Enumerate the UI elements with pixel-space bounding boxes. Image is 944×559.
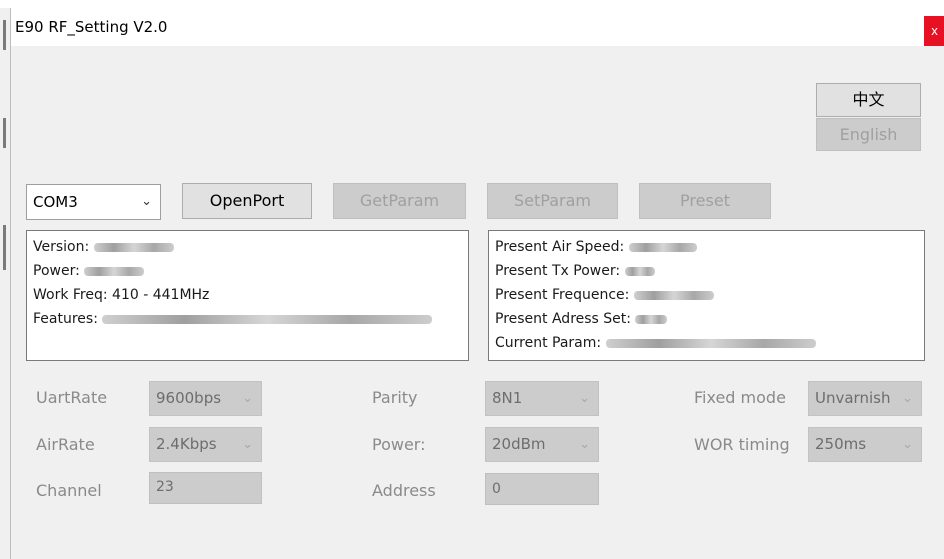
redacted-value (93, 242, 174, 252)
module-info-panel: Version: Power: Work Freq: 410 - 441MHz … (26, 230, 469, 361)
air-rate-label: AirRate (36, 435, 95, 454)
chevron-down-icon: ⌄ (141, 194, 152, 209)
close-button[interactable]: x (924, 16, 944, 46)
parity-value: 8N1 (492, 389, 523, 407)
title-bar: E90 RF_Setting V2.0 x (11, 8, 944, 46)
wor-timing-value: 250ms (815, 435, 867, 453)
fixed-mode-value: Unvarnish (815, 389, 891, 407)
chevron-down-icon: ⌄ (902, 391, 913, 406)
power-label: Power: (372, 435, 426, 454)
background-desktop-strip (0, 0, 944, 8)
set-param-button[interactable]: SetParam (487, 183, 618, 219)
background-mark (3, 118, 6, 148)
redacted-value (84, 266, 145, 276)
window-title: E90 RF_Setting V2.0 (15, 18, 168, 36)
tx-power-line: Present Tx Power: (495, 259, 919, 283)
rf-setting-window: E90 RF_Setting V2.0 x 中文 English COM3 ⌄ … (10, 8, 944, 559)
channel-input[interactable]: 23 (149, 472, 262, 504)
uart-rate-value: 9600bps (156, 389, 222, 407)
com-port-select[interactable]: COM3 ⌄ (26, 184, 161, 220)
version-label: Version: (33, 239, 90, 255)
redacted-value (635, 314, 668, 324)
fixed-mode-select[interactable]: Unvarnish ⌄ (808, 381, 922, 416)
address-label: Address (372, 481, 436, 500)
air-rate-value: 2.4Kbps (156, 435, 217, 453)
background-mark (3, 20, 6, 50)
features-label: Features: (33, 311, 98, 327)
features-line: Features: (33, 307, 463, 331)
frequence-line: Present Frequence: (495, 283, 919, 307)
air-speed-label: Present Air Speed: (495, 239, 625, 255)
work-freq-line: Work Freq: 410 - 441MHz (33, 287, 210, 303)
address-line: Present Adress Set: (495, 307, 919, 331)
current-param-line: Current Param: (495, 331, 919, 355)
fixed-mode-label: Fixed mode (694, 388, 786, 407)
chinese-language-button[interactable]: 中文 (816, 83, 921, 117)
address-input[interactable]: 0 (485, 473, 599, 505)
com-port-value: COM3 (33, 193, 78, 211)
english-language-button[interactable]: English (816, 118, 921, 151)
get-param-button[interactable]: GetParam (333, 183, 466, 219)
parity-label: Parity (372, 388, 418, 407)
current-param-label: Current Param: (495, 335, 602, 351)
redacted-value (605, 338, 816, 348)
air-speed-line: Present Air Speed: (495, 235, 919, 259)
uart-rate-label: UartRate (36, 388, 108, 407)
close-icon: x (930, 24, 939, 38)
redacted-value (633, 290, 714, 300)
present-params-panel: Present Air Speed: Present Tx Power: Pre… (488, 230, 925, 361)
power-value: 20dBm (492, 435, 546, 453)
power-label: Power: (33, 263, 80, 279)
tx-power-label: Present Tx Power: (495, 263, 621, 279)
address-label: Present Adress Set: (495, 311, 632, 327)
channel-label: Channel (36, 481, 102, 500)
air-rate-select[interactable]: 2.4Kbps ⌄ (149, 427, 262, 462)
background-mark (3, 225, 6, 270)
redacted-value (102, 314, 433, 324)
wor-timing-select[interactable]: 250ms ⌄ (808, 427, 922, 462)
preset-button[interactable]: Preset (639, 183, 771, 219)
chevron-down-icon: ⌄ (579, 391, 590, 406)
version-line: Version: (33, 235, 463, 259)
frequence-label: Present Frequence: (495, 287, 630, 303)
parity-select[interactable]: 8N1 ⌄ (485, 381, 599, 416)
open-port-button[interactable]: OpenPort (182, 183, 312, 219)
chevron-down-icon: ⌄ (242, 437, 253, 452)
chevron-down-icon: ⌄ (579, 437, 590, 452)
wor-timing-label: WOR timing (694, 435, 790, 454)
power-select[interactable]: 20dBm ⌄ (485, 427, 599, 462)
uart-rate-select[interactable]: 9600bps ⌄ (149, 381, 262, 416)
power-line: Power: (33, 259, 463, 283)
chevron-down-icon: ⌄ (902, 437, 913, 452)
redacted-value (628, 242, 697, 252)
redacted-value (624, 266, 655, 276)
chevron-down-icon: ⌄ (242, 391, 253, 406)
